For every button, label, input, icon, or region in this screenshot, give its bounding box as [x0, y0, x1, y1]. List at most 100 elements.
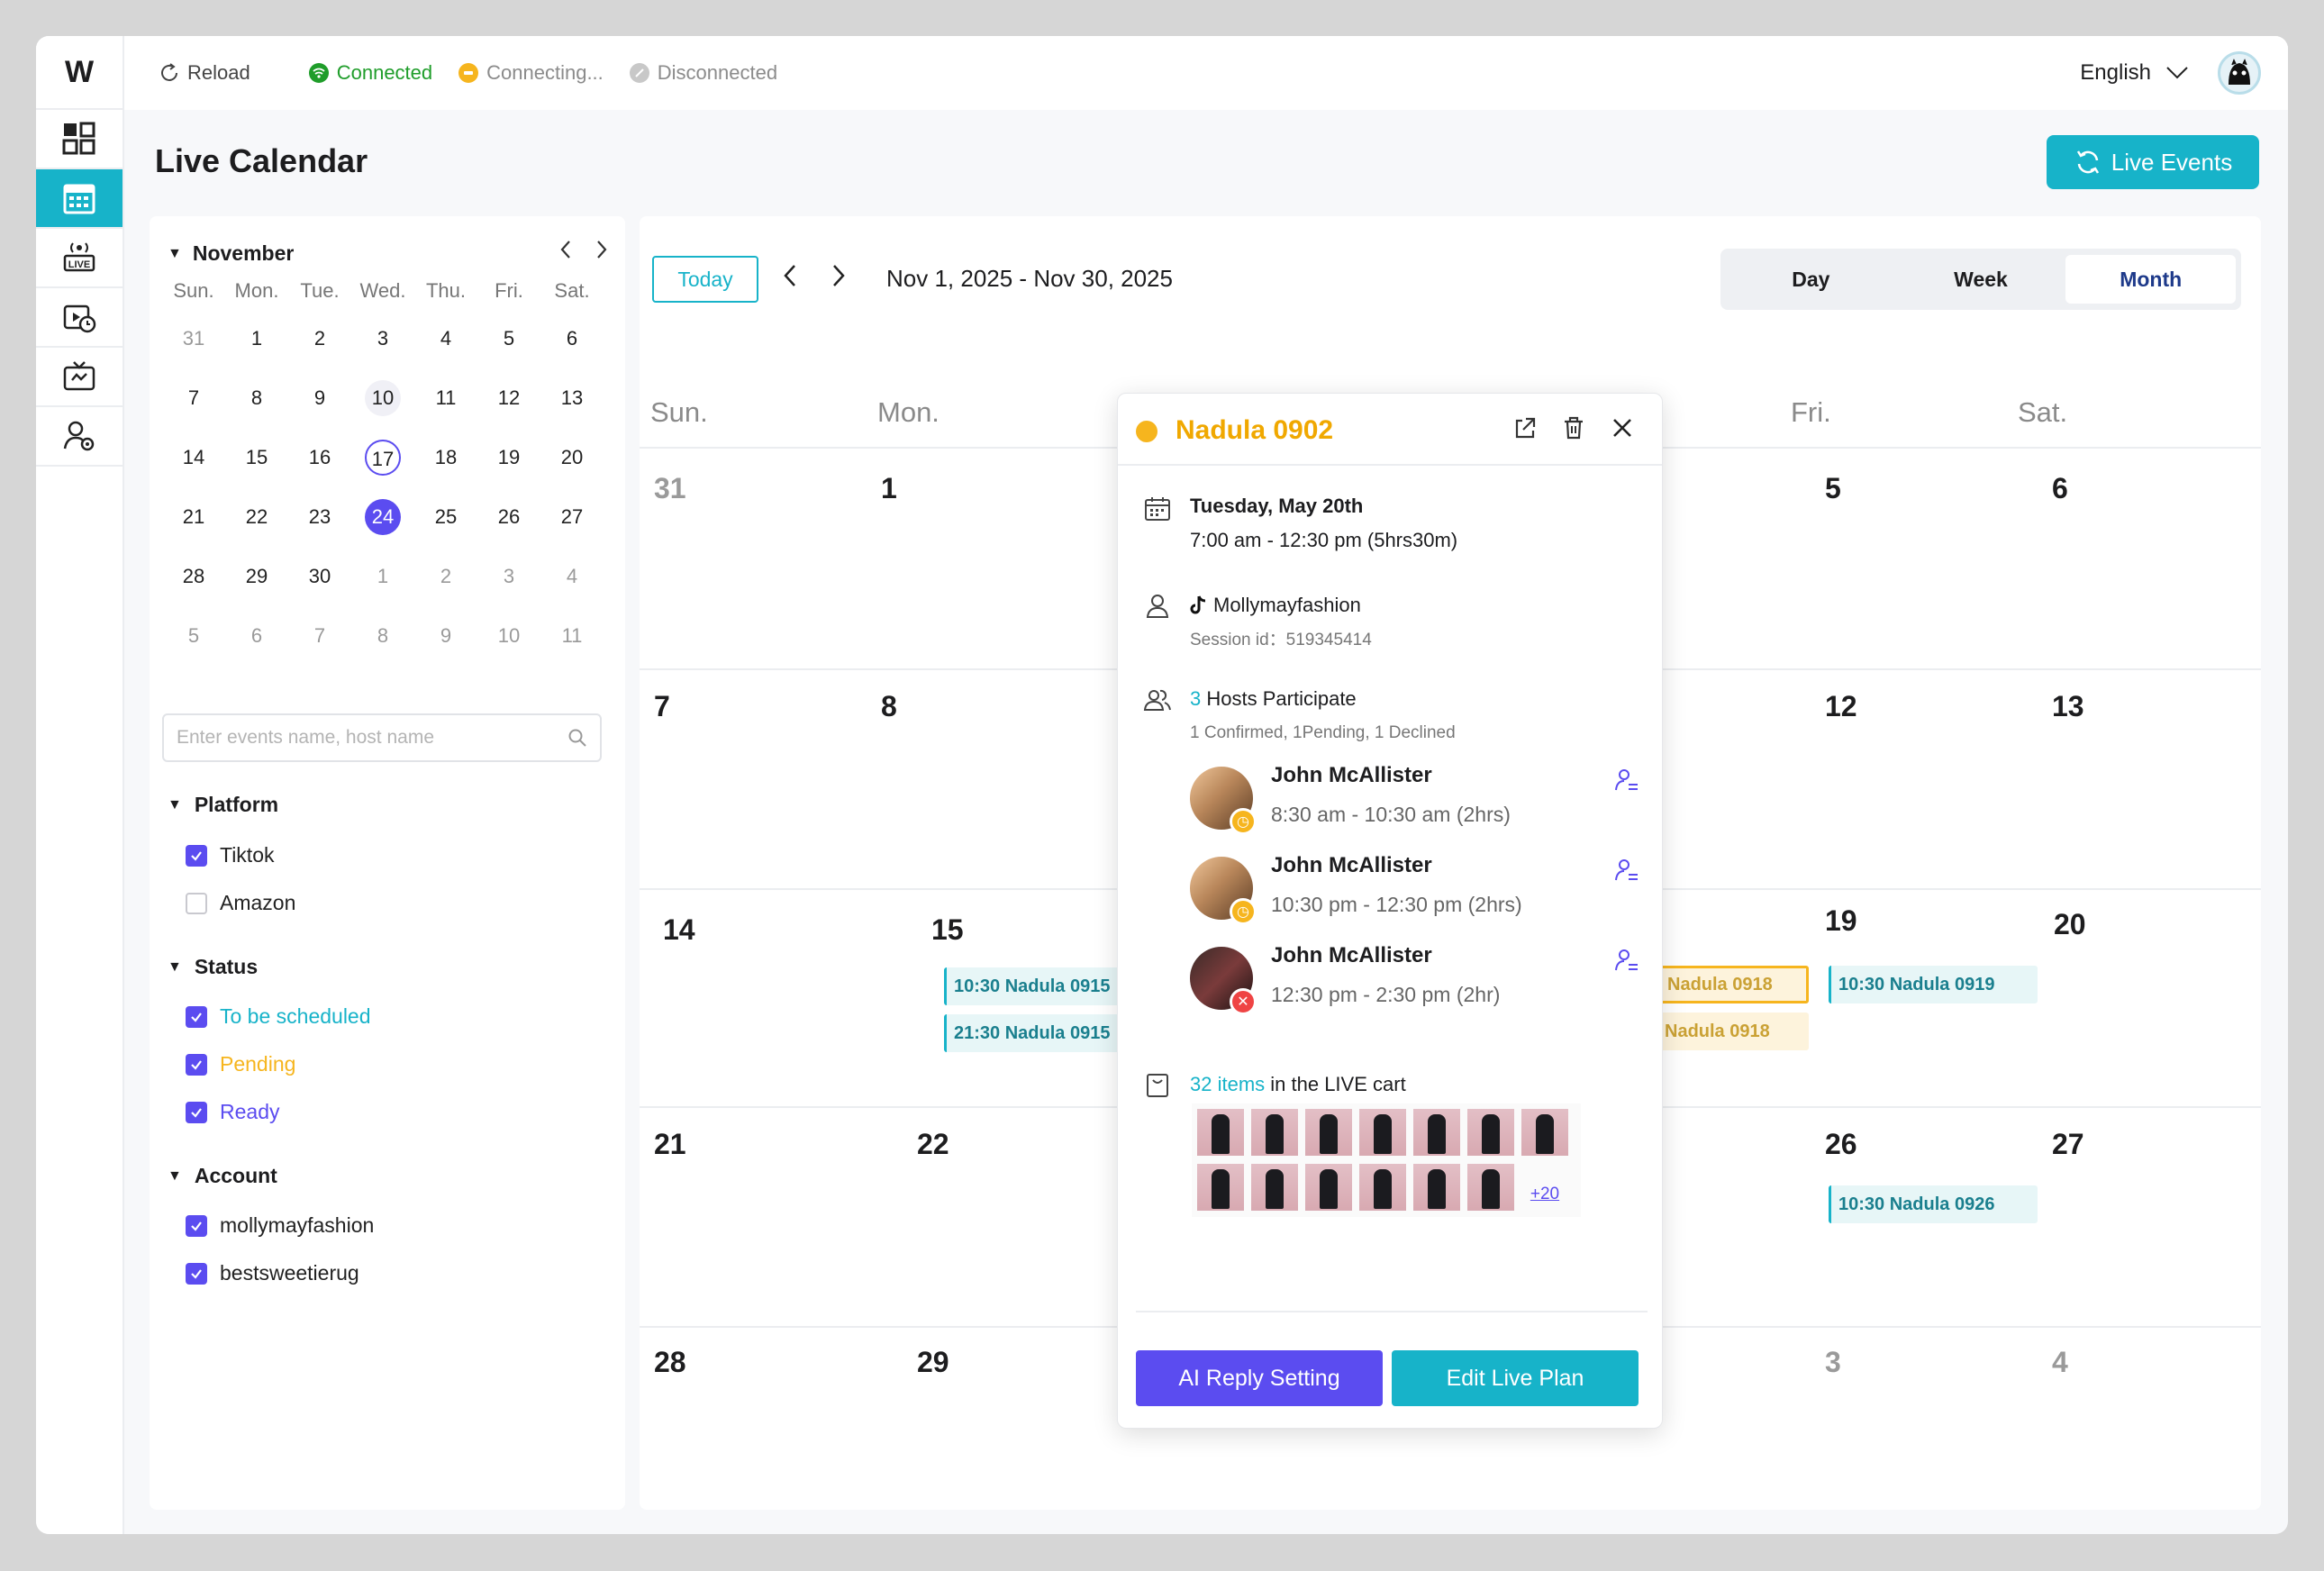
mini-day[interactable]: 31: [162, 317, 225, 377]
user-swap-icon[interactable]: [1613, 947, 1640, 974]
day-cell[interactable]: 20: [2054, 908, 2086, 941]
product-thumbnail[interactable]: [1359, 1164, 1406, 1211]
user-avatar[interactable]: [2218, 51, 2261, 95]
more-items-link[interactable]: +20: [1521, 1164, 1568, 1212]
mini-day[interactable]: 10: [351, 377, 414, 436]
product-thumbnail[interactable]: [1251, 1109, 1298, 1156]
event-chip[interactable]: 21:30 Nadula 0915: [944, 1014, 1124, 1052]
mini-day[interactable]: 25: [414, 495, 477, 555]
reload-button[interactable]: Reload: [159, 61, 250, 85]
day-cell[interactable]: 29: [917, 1346, 949, 1379]
view-week[interactable]: Week: [1896, 255, 2066, 304]
checkbox-checked[interactable]: [186, 1005, 207, 1028]
user-settings-nav[interactable]: [36, 407, 123, 467]
mini-day-today[interactable]: 17: [351, 436, 414, 495]
event-chip-pending[interactable]: Nadula 0918: [1657, 966, 1809, 1003]
filter-tiktok[interactable]: Tiktok: [186, 843, 275, 867]
platform-filter-title[interactable]: ▼ Platform: [168, 793, 278, 817]
mini-day[interactable]: 1: [351, 555, 414, 614]
calendar-nav[interactable]: [36, 169, 123, 229]
mini-day[interactable]: 20: [540, 436, 604, 495]
status-filter-title[interactable]: ▼ Status: [168, 955, 258, 979]
mini-day[interactable]: 12: [477, 377, 540, 436]
mini-day[interactable]: 15: [225, 436, 288, 495]
mini-day[interactable]: 30: [288, 555, 351, 614]
chevron-left-icon[interactable]: [782, 263, 798, 288]
product-thumbnail[interactable]: [1305, 1109, 1352, 1156]
app-logo[interactable]: W: [36, 36, 123, 110]
product-thumbnail[interactable]: [1413, 1164, 1460, 1211]
product-thumbnail[interactable]: [1251, 1164, 1298, 1211]
checkbox-unchecked[interactable]: [186, 892, 207, 914]
mini-day[interactable]: 1: [225, 317, 288, 377]
mini-day[interactable]: 23: [288, 495, 351, 555]
mini-day[interactable]: 10: [477, 614, 540, 674]
mini-day[interactable]: 7: [288, 614, 351, 674]
event-search-input[interactable]: Enter events name, host name: [162, 713, 602, 762]
mini-day[interactable]: 8: [351, 614, 414, 674]
day-cell[interactable]: 5: [1825, 472, 1841, 505]
mini-day[interactable]: 4: [540, 555, 604, 614]
event-chip-pending[interactable]: Nadula 0918: [1657, 1013, 1809, 1050]
mini-day[interactable]: 21: [162, 495, 225, 555]
day-cell[interactable]: 1: [881, 472, 897, 505]
account-filter-title[interactable]: ▼ Account: [168, 1164, 277, 1188]
product-thumbnail[interactable]: [1413, 1109, 1460, 1156]
mini-day[interactable]: 4: [414, 317, 477, 377]
checkbox-checked[interactable]: [186, 844, 207, 867]
event-chip[interactable]: 10:30 Nadula 0926: [1829, 1185, 2038, 1223]
mini-day[interactable]: 13: [540, 377, 604, 436]
mini-day[interactable]: 3: [477, 555, 540, 614]
chevron-right-icon[interactable]: [831, 263, 847, 288]
product-thumbnail[interactable]: [1197, 1109, 1244, 1156]
mini-day[interactable]: 5: [477, 317, 540, 377]
event-chip[interactable]: 10:30 Nadula 0915: [944, 967, 1124, 1005]
filter-account-bestsweetierug[interactable]: bestsweetierug: [186, 1261, 359, 1285]
mini-day[interactable]: 26: [477, 495, 540, 555]
day-cell[interactable]: 14: [663, 913, 695, 947]
mini-day[interactable]: 19: [477, 436, 540, 495]
mini-day[interactable]: 5: [162, 614, 225, 674]
checkbox-checked[interactable]: [186, 1214, 207, 1237]
language-selector[interactable]: English: [2080, 36, 2189, 110]
day-cell[interactable]: 15: [931, 913, 964, 947]
live-events-button[interactable]: Live Events: [2047, 135, 2259, 189]
mini-day[interactable]: 16: [288, 436, 351, 495]
mini-day[interactable]: 9: [414, 614, 477, 674]
collapse-triangle-icon[interactable]: ▼: [168, 246, 182, 262]
chevron-left-icon[interactable]: [558, 240, 573, 259]
day-cell[interactable]: 3: [1825, 1346, 1841, 1379]
day-cell[interactable]: 19: [1825, 904, 1857, 938]
mini-day[interactable]: 11: [414, 377, 477, 436]
filter-to-be-scheduled[interactable]: To be scheduled: [186, 1004, 371, 1029]
day-cell[interactable]: 27: [2052, 1128, 2084, 1161]
day-cell[interactable]: 31: [654, 472, 686, 505]
filter-ready[interactable]: Ready: [186, 1100, 279, 1124]
mini-day[interactable]: 8: [225, 377, 288, 436]
mini-day[interactable]: 6: [540, 317, 604, 377]
mini-day[interactable]: 18: [414, 436, 477, 495]
chevron-right-icon[interactable]: [595, 240, 609, 259]
ai-reply-setting-button[interactable]: AI Reply Setting: [1136, 1350, 1383, 1406]
mini-day[interactable]: 2: [414, 555, 477, 614]
trash-icon[interactable]: [1559, 413, 1588, 442]
view-day[interactable]: Day: [1726, 255, 1896, 304]
mini-day[interactable]: 6: [225, 614, 288, 674]
mini-day[interactable]: 7: [162, 377, 225, 436]
day-cell[interactable]: 13: [2052, 690, 2084, 723]
mini-day[interactable]: 27: [540, 495, 604, 555]
day-cell[interactable]: 21: [654, 1128, 686, 1161]
mini-day[interactable]: 11: [540, 614, 604, 674]
event-chip[interactable]: 10:30 Nadula 0919: [1829, 966, 2038, 1003]
mini-day[interactable]: 3: [351, 317, 414, 377]
checkbox-checked[interactable]: [186, 1262, 207, 1285]
today-button[interactable]: Today: [652, 256, 758, 303]
checkbox-checked[interactable]: [186, 1101, 207, 1123]
mini-day[interactable]: 22: [225, 495, 288, 555]
mini-day-selected[interactable]: 24: [351, 495, 414, 555]
mini-day[interactable]: 9: [288, 377, 351, 436]
edit-live-plan-button[interactable]: Edit Live Plan: [1392, 1350, 1639, 1406]
filter-pending[interactable]: Pending: [186, 1052, 295, 1076]
product-thumbnail[interactable]: [1359, 1109, 1406, 1156]
product-thumbnail[interactable]: [1521, 1109, 1568, 1156]
